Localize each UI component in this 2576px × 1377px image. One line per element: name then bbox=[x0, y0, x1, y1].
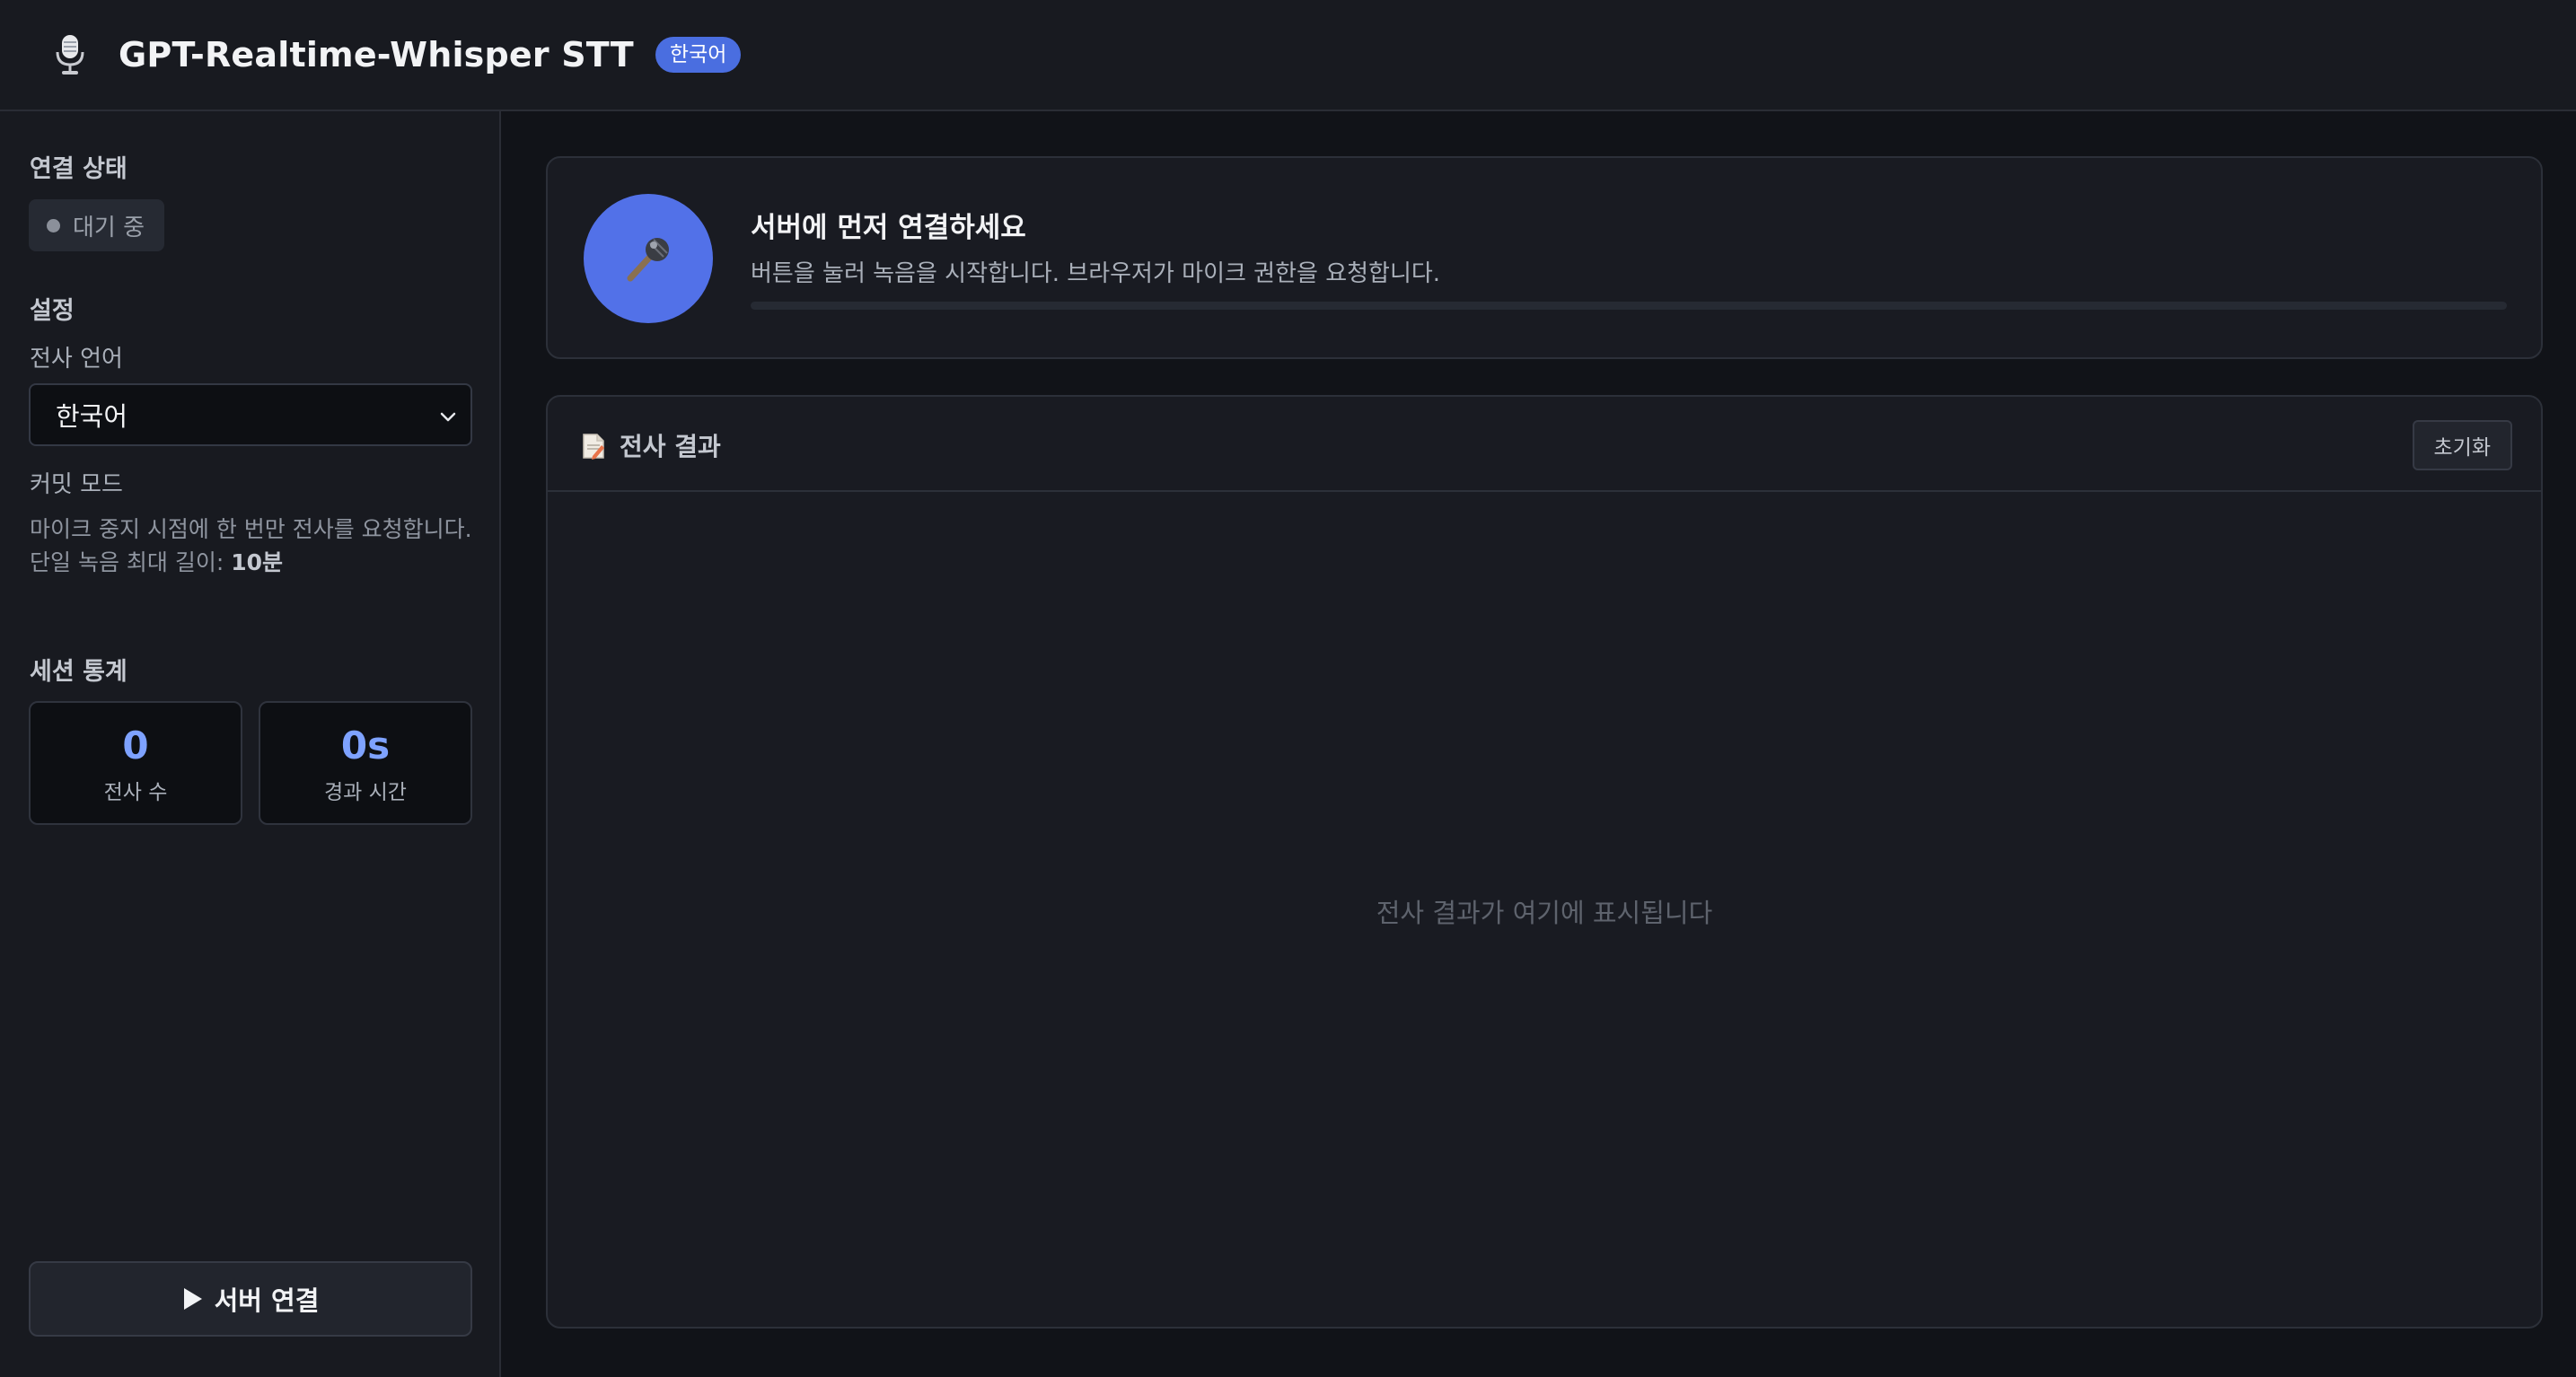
commit-mode-desc-text: 마이크 중지 시점에 한 번만 전사를 요청합니다. bbox=[30, 516, 472, 542]
recorder-title: 서버에 먼저 연결하세요 bbox=[751, 212, 1026, 244]
stat-card-transcriptions: 0 전사 수 bbox=[29, 701, 242, 825]
chevron-down-icon bbox=[440, 412, 456, 422]
max-length-text: 단일 녹음 최대 길이: 10분 bbox=[30, 547, 479, 578]
status-text: 대기 중 bbox=[73, 214, 145, 241]
stat-card-elapsed: 0s 경과 시간 bbox=[259, 701, 472, 825]
connect-button-label: 서버 연결 bbox=[214, 1285, 320, 1316]
commit-mode-description: 마이크 중지 시점에 한 번만 전사를 요청합니다. 단일 녹음 최대 길이: … bbox=[30, 513, 479, 578]
status-dot-icon bbox=[47, 218, 60, 232]
language-badge: 한국어 bbox=[655, 37, 742, 73]
app-title: GPT-Realtime-Whisper STT bbox=[119, 35, 634, 75]
document-icon bbox=[583, 434, 604, 460]
empty-state-text: 전사 결과가 여기에 표시됩니다 bbox=[1376, 898, 1713, 928]
connection-status-title: 연결 상태 bbox=[30, 155, 127, 183]
stat-label: 경과 시간 bbox=[324, 781, 407, 804]
connect-server-button[interactable]: 서버 연결 bbox=[29, 1261, 472, 1337]
reset-button[interactable]: 초기화 bbox=[2412, 420, 2512, 470]
play-icon bbox=[183, 1288, 202, 1310]
stat-value: 0s bbox=[340, 724, 391, 767]
recorder-card: 서버에 먼저 연결하세요 버튼을 눌러 녹음을 시작합니다. 브라우저가 마이크… bbox=[546, 156, 2543, 359]
max-length-value: 10분 bbox=[231, 549, 284, 575]
language-label: 전사 언어 bbox=[30, 346, 123, 373]
record-button[interactable] bbox=[584, 194, 713, 323]
commit-mode-label: 커밋 모드 bbox=[30, 471, 123, 498]
stat-label: 전사 수 bbox=[103, 781, 168, 804]
max-length-prefix: 단일 녹음 최대 길이: bbox=[30, 549, 232, 575]
status-badge: 대기 중 bbox=[29, 199, 165, 251]
recording-progress-bar bbox=[751, 302, 2507, 310]
app-header: GPT-Realtime-Whisper STT 한국어 bbox=[0, 0, 2576, 111]
stat-value: 0 bbox=[122, 724, 149, 767]
microphone-icon bbox=[627, 238, 669, 282]
result-title: 전사 결과 bbox=[620, 432, 721, 461]
transcription-result-card: 전사 결과 초기화 전사 결과가 여기에 표시됩니다 bbox=[546, 395, 2543, 1329]
result-header: 전사 결과 초기화 bbox=[548, 397, 2541, 492]
session-stats-title: 세션 통계 bbox=[30, 658, 127, 686]
microphone-icon bbox=[56, 35, 84, 75]
recorder-subtitle: 버튼을 눌러 녹음을 시작합니다. 브라우저가 마이크 권한을 요청합니다. bbox=[751, 260, 1441, 287]
language-select[interactable]: 한국어 bbox=[29, 383, 472, 446]
settings-title: 설정 bbox=[30, 297, 75, 325]
language-select-value: 한국어 bbox=[56, 401, 128, 432]
sidebar: 연결 상태 대기 중 설정 전사 언어 한국어 커밋 모드 마이크 중지 시점에… bbox=[0, 111, 501, 1377]
